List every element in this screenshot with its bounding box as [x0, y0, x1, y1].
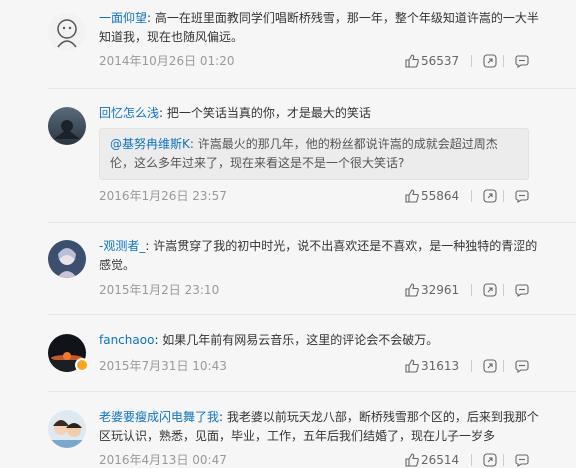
like-count: 31613: [421, 359, 460, 373]
like-count: 26514: [421, 453, 460, 467]
thumbs-up-icon: [405, 359, 419, 373]
comment-icon: [515, 454, 529, 467]
share-icon: [483, 54, 497, 68]
thumbs-up-icon: [405, 283, 419, 297]
quoted-comment: @基努冉维斯K: 许嵩最火的那几年，他的粉丝都说许嵩的成就会超过周杰伦，这么多年…: [99, 128, 529, 180]
comment-content: 许嵩贯穿了我的初中时光，说不出喜欢还是不喜欢，是一种独特的青涩的感觉。: [99, 239, 538, 272]
colon: :: [189, 137, 198, 151]
comment-time: 2016年1月26日 23:57: [99, 189, 227, 203]
comment-text: 老婆要瘦成闪电舞了我: 我老婆以前玩天龙八部，断桥残雪那个区的，后来到我那个区玩…: [99, 408, 539, 446]
share-icon: [483, 453, 497, 467]
comment-actions: 56537: [405, 53, 529, 69]
thumbs-up-icon: [405, 189, 419, 203]
comment-meta: 2016年4月13日 00:47 26514: [99, 452, 529, 468]
thumbs-up-icon: [405, 54, 419, 68]
comment-content: 高一在班里面教同学们唱断桥残雪，那一年，整个年级知道许嵩的一大半知道我，现在也随…: [99, 11, 539, 44]
comment-actions: 55864: [405, 188, 529, 204]
avatar[interactable]: [48, 410, 86, 448]
username-link[interactable]: 回忆怎么浅: [99, 106, 159, 120]
comment-meta: 2015年1月2日 23:10 32961: [99, 282, 529, 298]
comment-icon: [515, 190, 529, 203]
comment-icon: [515, 55, 529, 68]
comment-time: 2015年1月2日 23:10: [99, 283, 220, 297]
colon: :: [219, 410, 227, 424]
avatar[interactable]: [48, 107, 86, 145]
colon: :: [159, 106, 167, 120]
comment-meta: 2015年7月31日 10:43 31613: [99, 358, 529, 374]
comment-icon: [515, 284, 529, 297]
vip-badge-icon: [75, 358, 89, 372]
share-icon: [483, 283, 497, 297]
share-icon: [483, 189, 497, 203]
comment-time: 2015年7月31日 10:43: [99, 359, 227, 373]
like-count: 32961: [421, 283, 460, 297]
comment-content: 把一个笑话当真的你，才是最大的笑话: [166, 106, 371, 120]
divider: [48, 391, 576, 392]
comment-time: 2016年4月13日 00:47: [99, 453, 227, 467]
comment-time: 2014年10月26日 01:20: [99, 54, 235, 68]
avatar[interactable]: [48, 13, 86, 51]
like-count: 56537: [421, 54, 460, 68]
username-link[interactable]: 老婆要瘦成闪电舞了我: [99, 410, 219, 424]
comment-list: 一面仰望: 高一在班里面教同学们唱断桥残雪，那一年，整个年级知道许嵩的一大半知道…: [0, 0, 576, 468]
comment-actions: 26514: [405, 452, 529, 468]
comment-meta: 2016年1月26日 23:57 55864: [99, 188, 529, 204]
divider: [48, 314, 576, 315]
comment-text: fanchaoo: 如果几年前有网易云音乐，这里的评论会不会破万。: [99, 331, 539, 350]
colon: :: [147, 11, 155, 25]
comment-text: 回忆怎么浅: 把一个笑话当真的你，才是最大的笑话: [99, 104, 539, 123]
share-icon: [483, 359, 497, 373]
divider: [48, 88, 576, 89]
like-count: 55864: [421, 189, 460, 203]
comment-text: 一面仰望: 高一在班里面教同学们唱断桥残雪，那一年，整个年级知道许嵩的一大半知道…: [99, 9, 539, 47]
quoted-username-link[interactable]: @基努冉维斯K: [110, 137, 190, 151]
comment-actions: 31613: [405, 358, 529, 374]
divider: [48, 222, 576, 223]
avatar[interactable]: [48, 240, 86, 278]
comment-content: 如果几年前有网易云音乐，这里的评论会不会破万。: [162, 333, 439, 347]
comment-meta: 2014年10月26日 01:20 56537: [99, 53, 529, 69]
comment-actions: 32961: [405, 282, 529, 298]
username-link[interactable]: -观测者_: [99, 239, 145, 253]
comment-text: -观测者_: 许嵩贯穿了我的初中时光，说不出喜欢还是不喜欢，是一种独特的青涩的感…: [99, 237, 539, 275]
username-link[interactable]: 一面仰望: [99, 11, 147, 25]
comment-icon: [515, 360, 529, 373]
thumbs-up-icon: [405, 453, 419, 467]
username-link[interactable]: fanchaoo: [99, 333, 154, 347]
